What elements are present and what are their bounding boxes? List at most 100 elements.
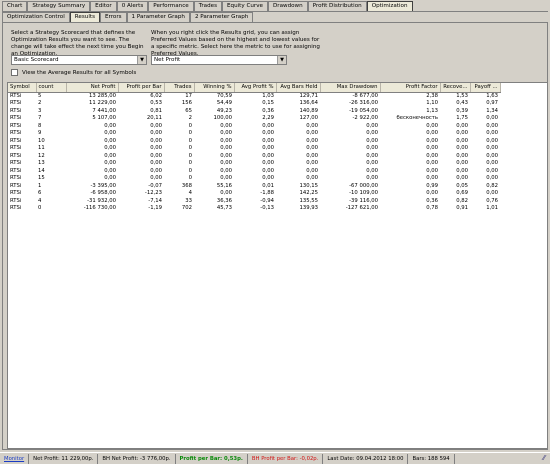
table-cell: 0,36 — [426, 197, 438, 204]
sub-tab[interactable]: Results — [69, 12, 100, 22]
column-header[interactable]: Symbol — [8, 83, 37, 93]
top-tab[interactable]: Equity Curve — [221, 1, 268, 11]
table-cell: 49,23 — [216, 107, 232, 114]
table-row[interactable]: RTSi 1 -3 395,00 -0,07 368 55,16 0,01 130,15 -67… — [8, 183, 500, 191]
sub-tab[interactable]: Optimization Control — [2, 12, 70, 22]
table-row[interactable]: RTSi 13 0,00 0,00 0 0,00 0,00 0,00 0,00 0,00 0,00 0… — [8, 160, 500, 168]
table-cell: 0,00 — [220, 152, 232, 159]
monitor-link[interactable]: Monitor — [0, 453, 30, 464]
table-cell: 0,00 — [486, 115, 498, 121]
table-cell: 0,00 — [426, 137, 438, 144]
table-cell: 0,00 — [426, 160, 438, 166]
table-cell: 0,00 — [150, 152, 162, 159]
table-row[interactable]: RTSi 2 11 229,00 0,53 156 54,49 0,15 136,64 -26 … — [8, 100, 500, 108]
table-cell: 0,53 — [150, 100, 162, 106]
table-cell: 0,00 — [104, 175, 116, 181]
table-cell: RTSi — [10, 167, 22, 174]
table-cell: 129,71 — [299, 92, 318, 99]
table-cell: 0,00 — [486, 137, 498, 144]
chevron-down-icon[interactable]: ▼ — [137, 56, 146, 64]
sub-tab[interactable]: 2 Parameter Graph — [189, 12, 254, 22]
column-header[interactable]: Avg Bars Held — [276, 83, 321, 93]
table-row[interactable]: RTSi 14 0,00 0,00 0 0,00 0,00 0,00 0,00 0,00 0,00 0… — [8, 168, 500, 176]
table-cell: 4 — [38, 197, 42, 204]
table-cell: 5 107,00 — [92, 115, 116, 121]
table-cell: 0,97 — [486, 100, 498, 106]
top-tab[interactable]: Performance — [148, 1, 194, 11]
column-header[interactable]: Profit per Bar — [118, 83, 165, 93]
table-cell: 0,00 — [104, 137, 116, 144]
table-cell: -19 054,00 — [349, 107, 378, 114]
table-row[interactable]: RTSi 7 5 107,00 20,11 2 100,00 2,29 127,00 -2 92… — [8, 115, 500, 123]
table-row[interactable]: RTSi 4 -31 932,00 -7,14 33 36,36 -0,94 135,55 -3… — [8, 198, 500, 206]
top-tab[interactable]: Profit Distribution — [307, 1, 367, 11]
table-cell: 14 — [38, 167, 45, 174]
top-tab[interactable]: 0 Alerts — [116, 1, 149, 11]
table-cell: 0,43 — [456, 100, 468, 106]
scorecard-select-value: Basic Scorecard — [14, 57, 59, 63]
table-cell: 0,00 — [150, 145, 162, 151]
table-cell: 1,34 — [486, 107, 498, 114]
table-cell: 0,00 — [104, 160, 116, 166]
table-cell: -116 730,00 — [83, 205, 116, 211]
table-cell: 0 — [188, 160, 192, 166]
table-cell: 0,00 — [150, 137, 162, 144]
chevron-down-icon[interactable]: ▼ — [277, 56, 286, 64]
table-cell: RTSi — [10, 130, 22, 136]
sub-tab[interactable]: 1 Parameter Graph — [126, 12, 190, 22]
table-row[interactable]: RTSi 10 0,00 0,00 0 0,00 0,00 0,00 0,00 0,00 0,00 0… — [8, 138, 500, 146]
table-row[interactable]: RTSi 9 0,00 0,00 0 0,00 0,00 0,00 0,00 0,00 0,00 0,… — [8, 130, 500, 138]
table-cell: RTSi — [10, 115, 22, 121]
table-row[interactable]: RTSi 8 0,00 0,00 0 0,00 0,00 0,00 0,00 0,00 0,00 0,… — [8, 123, 500, 131]
top-tab[interactable]: Strategy Summary — [27, 1, 91, 11]
sub-tab[interactable]: Errors — [99, 12, 127, 22]
column-header[interactable]: count — [36, 83, 67, 93]
metric-select[interactable]: Net Profit ▼ — [151, 55, 287, 65]
table-cell: 0,00 — [104, 167, 116, 174]
table-cell: 5 — [38, 92, 42, 99]
table-row[interactable]: RTSi 11 0,00 0,00 0 0,00 0,00 0,00 0,00 0,00 0,00 0… — [8, 145, 500, 153]
average-results-checkbox[interactable] — [11, 69, 18, 76]
table-cell: 0,00 — [426, 145, 438, 151]
table-cell: -6 958,00 — [90, 190, 117, 196]
top-tab[interactable]: Chart — [2, 1, 28, 11]
table-cell: 2,29 — [262, 115, 274, 121]
resize-grip-icon[interactable]: ⁄⁄ — [538, 454, 550, 464]
table-cell: 17 — [185, 92, 192, 99]
table-cell: 2 — [38, 100, 42, 106]
table-row[interactable]: RTSi 6 -6 958,00 -12,23 4 0,00 -1,88 142,25 -10 … — [8, 190, 500, 198]
table-cell: 0,00 — [456, 160, 468, 166]
table-cell: 0,00 — [262, 122, 274, 129]
column-header[interactable]: Payoff ... — [470, 83, 501, 93]
table-row[interactable]: RTSi 3 7 441,00 0,81 65 49,23 0,36 140,89 -19 05… — [8, 108, 500, 116]
scorecard-description: Select a Strategy Scorecard that defines… — [11, 30, 144, 57]
top-tab[interactable]: Editor — [90, 1, 117, 11]
table-cell: 0,00 — [104, 122, 116, 129]
top-tab[interactable]: Trades — [193, 1, 222, 11]
column-header[interactable]: Recove... — [440, 83, 471, 93]
top-tab[interactable]: Drawdown — [267, 1, 308, 11]
table-cell: 0,82 — [486, 182, 498, 189]
table-row[interactable]: RTSi 0 -116 730,00 -1,19 702 45,73 -0,13 139,93… — [8, 205, 500, 213]
column-header[interactable]: Trades — [164, 83, 195, 93]
table-cell: 1,63 — [486, 92, 498, 99]
results-grid[interactable]: Symbol count Net Profit Profit per Bar Trade… — [7, 82, 548, 449]
table-cell: RTSi — [10, 197, 22, 204]
table-cell: 0 — [188, 145, 192, 151]
column-header[interactable]: Avg Profit % — [234, 83, 277, 93]
average-results-option[interactable]: View the Average Results for all Symbols — [11, 69, 136, 76]
table-cell: 1,13 — [426, 107, 438, 114]
scorecard-select[interactable]: Basic Scorecard ▼ — [11, 55, 147, 65]
table-cell: 0,00 — [306, 145, 318, 151]
table-row[interactable]: RTSi 15 0,00 0,00 0 0,00 0,00 0,00 0,00 0,00 0,00 0… — [8, 175, 500, 183]
table-cell: 0,00 — [456, 175, 468, 181]
column-header[interactable]: Net Profit — [66, 83, 119, 93]
column-header[interactable]: Winning % — [194, 83, 235, 93]
table-cell: 135,55 — [299, 197, 318, 204]
column-header[interactable]: Max Drawdown — [320, 83, 381, 93]
table-row[interactable]: RTSi 5 13 285,00 6,02 17 70,59 1,03 129,71 -8 67… — [8, 92, 500, 100]
top-tab[interactable]: Optimization — [366, 1, 413, 11]
table-cell: 0,00 — [150, 175, 162, 181]
column-header[interactable]: Profit Factor — [380, 83, 441, 93]
table-row[interactable]: RTSi 12 0,00 0,00 0 0,00 0,00 0,00 0,00 0,00 0,00 0… — [8, 153, 500, 161]
